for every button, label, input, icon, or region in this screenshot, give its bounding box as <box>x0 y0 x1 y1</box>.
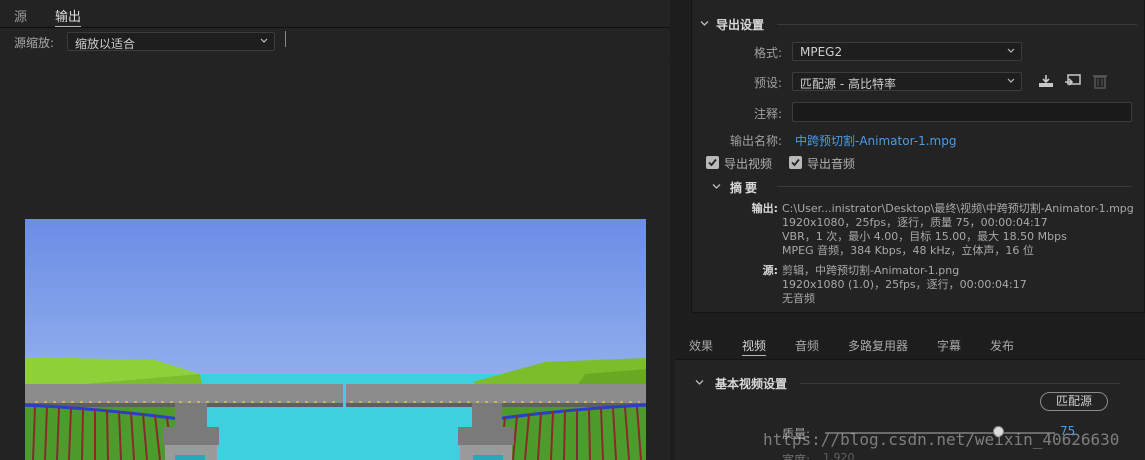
tab-audio[interactable]: 音频 <box>795 337 819 354</box>
format-label: 格式: <box>753 46 782 60</box>
tab-publish[interactable]: 发布 <box>990 337 1014 354</box>
tab-source[interactable]: 源 <box>14 6 27 25</box>
export-video-label: 导出视频 <box>724 157 773 171</box>
format-select[interactable]: MPEG2 <box>792 42 1022 61</box>
summary-source-line: 无音频 <box>782 292 815 305</box>
collapse-basic-video-icon[interactable] <box>695 378 704 387</box>
collapse-summary-icon[interactable] <box>712 182 721 191</box>
zoom-divider <box>285 31 286 47</box>
delete-preset-icon[interactable] <box>1091 73 1109 89</box>
save-preset-icon[interactable] <box>1037 73 1055 89</box>
export-audio-label: 导出音频 <box>807 157 856 171</box>
summary-output-line: MPEG 音频，384 Kbps，48 kHz，立体声，16 位 <box>782 244 1034 257</box>
width-value[interactable]: 1,920 <box>823 451 855 460</box>
width-label: 宽度: <box>781 453 810 460</box>
comments-input[interactable] <box>792 102 1132 122</box>
match-source-button[interactable]: 匹配源 <box>1040 392 1108 411</box>
tab-output[interactable]: 输出 <box>55 6 82 27</box>
tab-video[interactable]: 视频 <box>742 337 767 356</box>
export-audio-checkbox[interactable] <box>789 156 802 169</box>
section-divider <box>777 24 1137 25</box>
summary-title: 摘要 <box>730 181 761 195</box>
tab-multiplexer[interactable]: 多路复用器 <box>848 337 908 354</box>
chevron-down-icon <box>260 38 268 43</box>
tab-effects[interactable]: 效果 <box>689 337 713 354</box>
bridge-render-image <box>25 219 646 460</box>
summary-source-key: 源: <box>762 264 778 277</box>
preset-label: 预设: <box>753 76 782 90</box>
comments-label: 注释: <box>753 107 782 121</box>
preset-value: 匹配源 - 高比特率 <box>800 77 896 91</box>
basic-video-title: 基本视频设置 <box>715 377 788 391</box>
source-zoom-value: 缩放以适合 <box>75 37 136 51</box>
source-zoom-select[interactable]: 缩放以适合 <box>67 32 275 51</box>
video-preview <box>25 219 646 460</box>
checkmark-icon <box>791 158 800 167</box>
source-output-tabbar: 源 输出 <box>0 0 670 28</box>
chevron-down-icon <box>1007 78 1015 83</box>
export-settings-box: 导出设置 格式: MPEG2 预设: 匹配源 - 高比特率 注释: 输出名称: … <box>691 0 1145 313</box>
export-settings-title: 导出设置 <box>716 18 765 32</box>
output-name-label: 输出名称: <box>729 134 782 148</box>
collapse-export-settings-icon[interactable] <box>700 19 709 28</box>
format-value: MPEG2 <box>800 45 843 59</box>
section-divider <box>800 383 1120 384</box>
tab-captions[interactable]: 字幕 <box>937 337 961 354</box>
chevron-down-icon <box>1007 48 1015 53</box>
summary-source-line: 1920x1080 (1.0)，25fps，逐行，00:00:04:17 <box>782 278 1027 291</box>
export-settings-panel: 导出设置 格式: MPEG2 预设: 匹配源 - 高比特率 注释: 输出名称: … <box>675 0 1145 460</box>
zoom-row: 源缩放: 缩放以适合 <box>0 29 670 57</box>
output-name-link[interactable]: 中跨预切割-Animator-1.mpg <box>795 132 956 149</box>
summary-output-key: 输出: <box>751 202 778 215</box>
checkmark-icon <box>708 158 717 167</box>
import-preset-icon[interactable] <box>1064 73 1082 89</box>
settings-tabbar: 效果 视频 音频 多路复用器 字幕 发布 <box>675 330 1145 358</box>
preset-select[interactable]: 匹配源 - 高比特率 <box>792 72 1022 91</box>
export-video-checkbox[interactable] <box>706 156 719 169</box>
watermark-text: https://blog.csdn.net/weixin_40626630 <box>763 430 1120 449</box>
source-zoom-label: 源缩放: <box>14 36 55 50</box>
summary-divider <box>777 186 1132 187</box>
source-output-panel: 源 输出 源缩放: 缩放以适合 <box>0 0 670 460</box>
